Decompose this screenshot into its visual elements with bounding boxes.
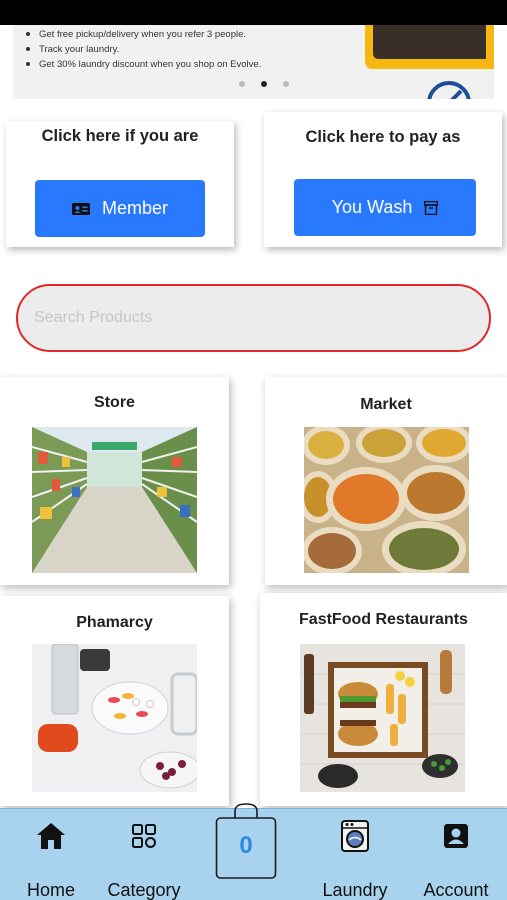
member-button-label: Member — [101, 198, 168, 218]
promo-bullet: Get free pickup/delivery when you refer … — [25, 27, 261, 42]
member-card: Click here if you are Member — [6, 121, 234, 247]
cart-count-badge: 0 — [239, 832, 253, 859]
category-title: Market — [360, 396, 412, 413]
tab-laundry[interactable]: Laundry — [315, 809, 395, 900]
member-button[interactable]: Member — [35, 180, 205, 237]
tab-category[interactable]: Category — [99, 809, 189, 900]
tab-label: Laundry — [322, 880, 388, 900]
category-title: Store — [94, 394, 135, 411]
banner-illustration — [343, 25, 494, 99]
tab-label: Home — [26, 880, 75, 900]
search-input[interactable] — [16, 284, 491, 352]
member-card-title: Click here if you are — [41, 127, 199, 145]
washing-machine-icon — [338, 819, 372, 853]
home-icon — [34, 819, 68, 853]
tab-label: Category — [107, 880, 181, 900]
cart-button[interactable]: 0 — [215, 802, 277, 880]
category-title: FastFood Restaurants — [299, 611, 468, 628]
you-wash-button-label: You Wash — [331, 197, 413, 217]
store-image — [32, 427, 197, 573]
status-bar — [0, 0, 507, 25]
archive-box-icon — [424, 200, 439, 215]
category-card-fastfood[interactable]: FastFood Restaurants — [260, 593, 507, 806]
category-title: Phamarcy — [76, 614, 153, 631]
account-icon — [439, 819, 473, 853]
id-card-icon — [71, 202, 90, 216]
tab-account[interactable]: Account — [416, 809, 496, 900]
tab-label: Account — [423, 880, 489, 900]
carousel-dot[interactable] — [239, 81, 245, 87]
carousel-dot-active[interactable] — [261, 81, 267, 87]
market-image — [304, 427, 469, 573]
pharmacy-image — [32, 644, 197, 792]
grid-icon — [127, 819, 161, 853]
you-wash-button[interactable]: You Wash — [294, 179, 476, 236]
tab-home[interactable]: Home — [16, 809, 86, 900]
promo-banner[interactable]: Get free pickup/delivery when you refer … — [13, 25, 494, 99]
carousel-dots[interactable] — [239, 81, 289, 87]
category-card-pharmacy[interactable]: Phamarcy — [0, 596, 229, 806]
category-card-market[interactable]: Market — [265, 377, 507, 585]
fastfood-image — [300, 644, 465, 792]
promo-bullet: Get 30% laundry discount when you shop o… — [25, 59, 262, 70]
category-card-store[interactable]: Store — [0, 377, 229, 585]
you-wash-card-title: Click here to pay as — [305, 128, 461, 146]
promo-bullet: Track your laundry. — [25, 42, 261, 57]
you-wash-card: Click here to pay as You Wash — [264, 112, 502, 247]
promo-bullet-list: Get free pickup/delivery when you refer … — [25, 27, 262, 72]
carousel-dot[interactable] — [283, 81, 289, 87]
